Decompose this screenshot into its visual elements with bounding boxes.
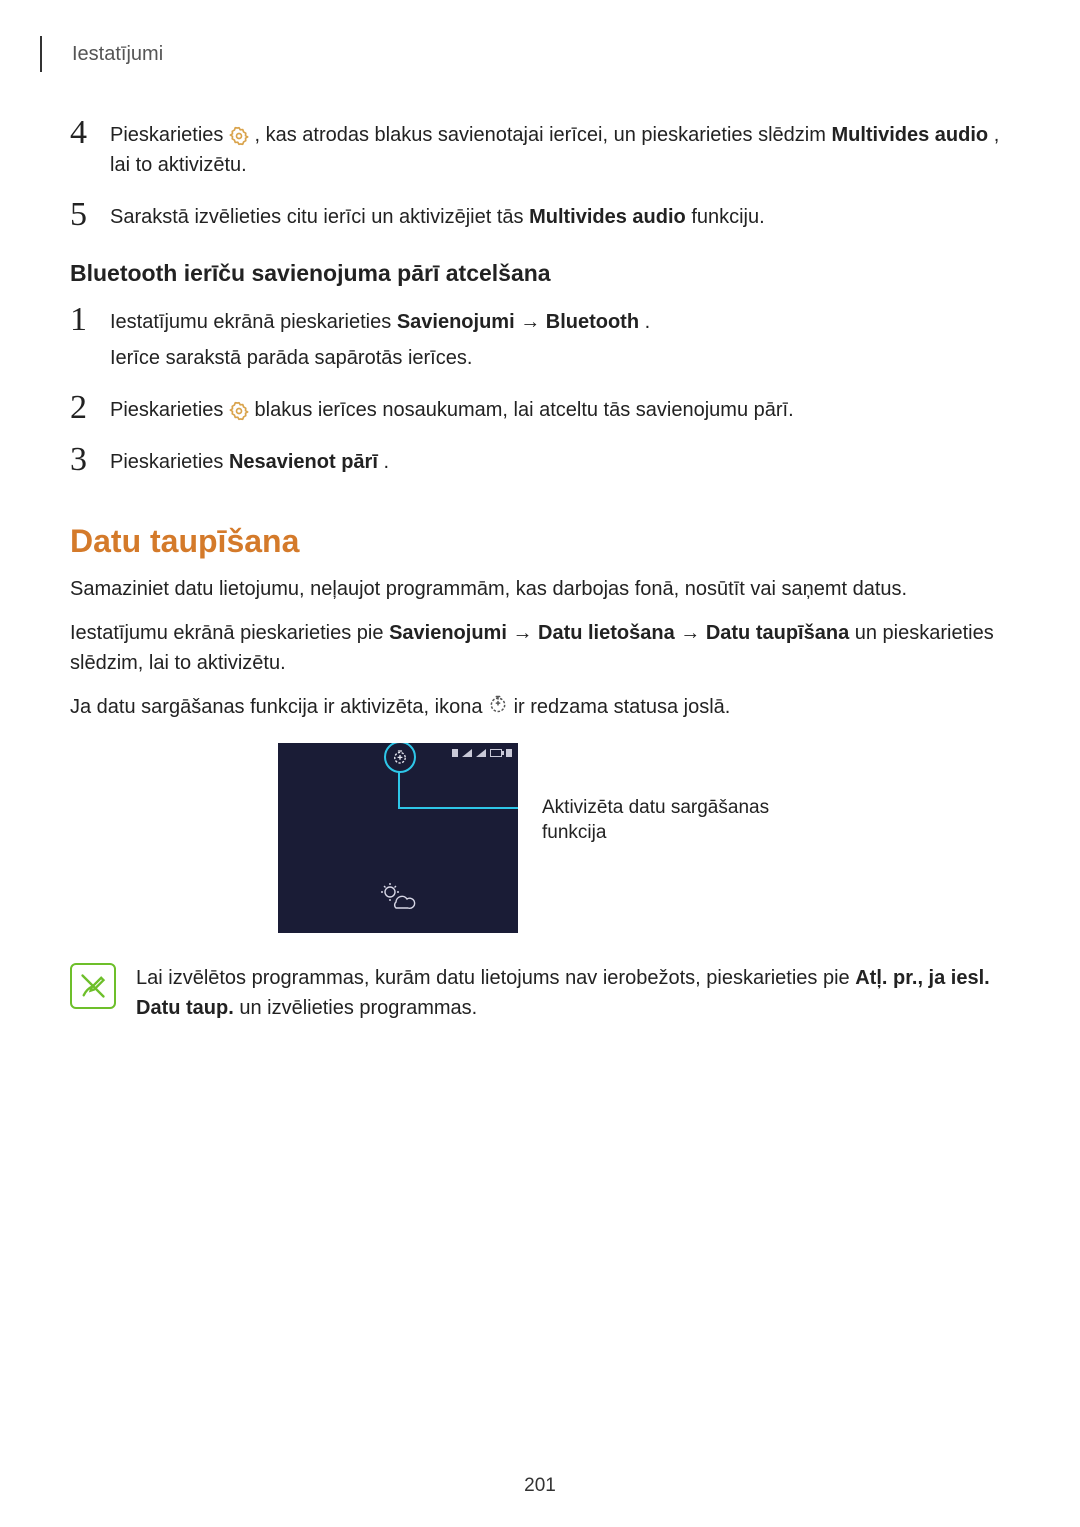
step-1: 1 Iestatījumu ekrānā pieskarieties Savie… xyxy=(70,307,1010,373)
step-subtext: Ierīce sarakstā parāda sapārotās ierīces… xyxy=(110,343,650,373)
text-bold: Savienojumi xyxy=(397,311,515,333)
step-text: Pieskarieties Nesavienot pārī . xyxy=(104,447,389,477)
callout-line xyxy=(398,807,518,809)
battery-icon xyxy=(490,749,502,757)
figure-callout: Aktivizēta datu sargāšanas funkcija xyxy=(542,795,802,846)
note-icon xyxy=(70,963,116,1009)
step-3: 3 Pieskarieties Nesavienot pārī . xyxy=(70,447,1010,477)
text: . xyxy=(383,451,389,473)
data-saver-icon xyxy=(488,693,508,723)
note-box: Lai izvēlētos programmas, kurām datu lie… xyxy=(70,963,1010,1023)
highlight-circle xyxy=(384,743,416,773)
figure-data-saver: Aktivizēta datu sargāšanas funkcija xyxy=(70,743,1010,933)
text-bold: Nesavienot pārī xyxy=(229,451,378,473)
text: blakus ierīces nosaukumam, lai atceltu t… xyxy=(255,399,794,421)
text: Lai izvēlētos programmas, kurām datu lie… xyxy=(136,967,855,989)
paragraph: Iestatījumu ekrānā pieskarieties pie Sav… xyxy=(70,618,1010,678)
step-text: Iestatījumu ekrānā pieskarieties Savieno… xyxy=(104,307,650,373)
header-section: Iestatījumi xyxy=(72,43,163,66)
text: Ja datu sargāšanas funkcija ir aktivizēt… xyxy=(70,696,488,718)
heading-data-saving: Datu taupīšana xyxy=(70,523,1010,560)
text-bold: Savienojumi xyxy=(389,622,507,644)
steps-unpair: 1 Iestatījumu ekrānā pieskarieties Savie… xyxy=(70,307,1010,477)
text: un izvēlieties programmas. xyxy=(239,997,477,1019)
page-number: 201 xyxy=(0,1475,1080,1497)
text-bold: Bluetooth xyxy=(546,311,639,333)
note-text: Lai izvēlētos programmas, kurām datu lie… xyxy=(136,963,1010,1023)
arrow-icon: → xyxy=(680,622,706,644)
text: Iestatījumu ekrānā pieskarieties pie xyxy=(70,622,389,644)
text: funkciju. xyxy=(691,206,764,228)
text: ir redzama statusa joslā. xyxy=(514,696,731,718)
text: . xyxy=(645,311,651,333)
step-number: 4 xyxy=(70,116,104,150)
text: Pieskarieties xyxy=(110,399,229,421)
subheading-bluetooth-unpair: Bluetooth ierīču savienojuma pārī atcelš… xyxy=(70,260,1010,287)
signal-icon xyxy=(462,749,472,757)
settings-gear-icon xyxy=(229,401,249,421)
status-icon xyxy=(506,749,512,757)
text: Iestatījumu ekrānā pieskarieties xyxy=(110,311,397,333)
paragraph: Samaziniet datu lietojumu, neļaujot prog… xyxy=(70,574,1010,604)
steps-multimedia-audio: 4 Pieskarieties , kas atrodas blakus sav… xyxy=(70,120,1010,232)
text-bold: Datu taupīšana xyxy=(706,622,849,644)
page-header: Iestatījumi xyxy=(40,36,1010,72)
callout-line xyxy=(398,771,400,809)
arrow-icon: → xyxy=(520,311,546,333)
arrow-icon: → xyxy=(512,622,538,644)
step-text: Sarakstā izvēlieties citu ierīci un akti… xyxy=(104,202,765,232)
text-bold: Datu lietošana xyxy=(538,622,675,644)
step-number: 5 xyxy=(70,198,104,232)
text: Sarakstā izvēlieties citu ierīci un akti… xyxy=(110,206,529,228)
text-bold: Multivides audio xyxy=(831,124,988,146)
text: Pieskarieties xyxy=(110,451,229,473)
signal-icon xyxy=(476,749,486,757)
step-number: 1 xyxy=(70,303,104,337)
step-5: 5 Sarakstā izvēlieties citu ierīci un ak… xyxy=(70,202,1010,232)
text-bold: Multivides audio xyxy=(529,206,686,228)
phone-screenshot xyxy=(278,743,518,933)
step-number: 2 xyxy=(70,391,104,425)
weather-icon xyxy=(378,880,418,915)
step-4: 4 Pieskarieties , kas atrodas blakus sav… xyxy=(70,120,1010,180)
settings-gear-icon xyxy=(229,126,249,146)
step-text: Pieskarieties , kas atrodas blakus savie… xyxy=(104,120,1010,180)
step-2: 2 Pieskarieties blakus ierīces nosaukuma… xyxy=(70,395,1010,425)
data-saver-icon xyxy=(391,748,409,766)
paragraph: Ja datu sargāšanas funkcija ir aktivizēt… xyxy=(70,692,1010,723)
step-text: Pieskarieties blakus ierīces nosaukumam,… xyxy=(104,395,794,425)
status-icon xyxy=(452,749,458,757)
step-number: 3 xyxy=(70,443,104,477)
text: , kas atrodas blakus savienotajai ierīce… xyxy=(255,124,832,146)
text: Pieskarieties xyxy=(110,124,229,146)
